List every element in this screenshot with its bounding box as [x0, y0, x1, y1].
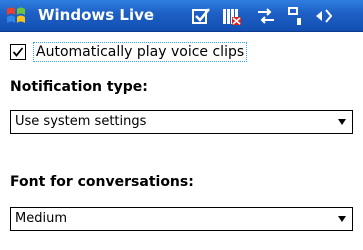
- title-bar: Windows Live: [0, 0, 363, 32]
- auto-play-checkbox[interactable]: [10, 44, 26, 60]
- checkbox-status-icon[interactable]: [191, 6, 211, 26]
- auto-play-label[interactable]: Automatically play voice clips: [33, 42, 248, 62]
- font-size-dropdown[interactable]: Medium: [10, 207, 353, 231]
- start-flag-icon[interactable]: [5, 5, 27, 27]
- chevron-down-icon[interactable]: [337, 118, 347, 126]
- sync-arrows-icon[interactable]: [255, 6, 277, 26]
- chevron-down-icon[interactable]: [337, 215, 347, 223]
- checkmark-icon: [12, 47, 24, 57]
- font-size-value: Medium: [15, 211, 67, 226]
- no-signal-icon[interactable]: [221, 6, 243, 26]
- phone-icon[interactable]: [285, 6, 303, 26]
- notification-type-dropdown[interactable]: Use system settings: [10, 110, 353, 134]
- notification-type-label: Notification type:: [10, 79, 148, 95]
- font-for-conversations-label: Font for conversations:: [10, 174, 194, 190]
- notification-type-value: Use system settings: [15, 114, 147, 129]
- app-title: Windows Live: [38, 6, 155, 24]
- speaker-icon[interactable]: [314, 6, 336, 26]
